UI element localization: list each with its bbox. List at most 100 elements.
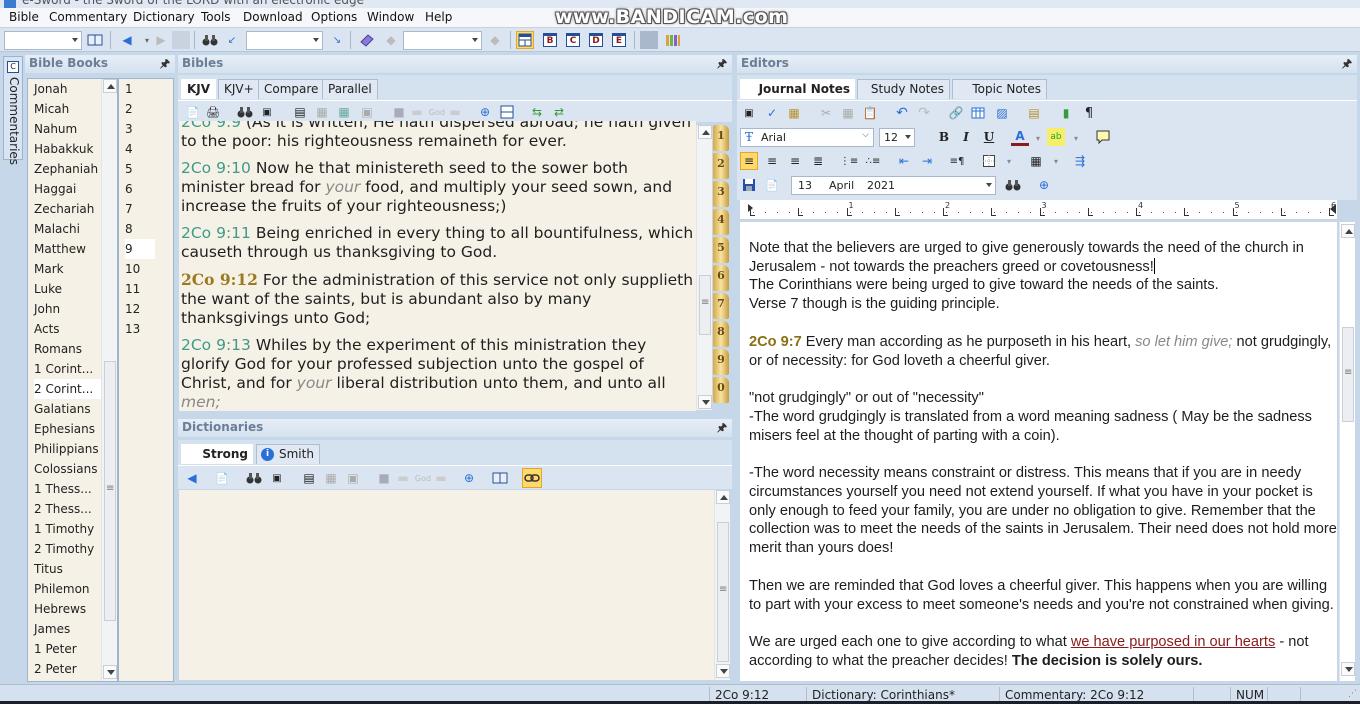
- layout-c-icon[interactable]: C: [564, 31, 582, 49]
- find-in-page-icon[interactable]: ▣: [268, 469, 286, 487]
- scroll-up-button[interactable]: [716, 490, 730, 504]
- right-indent-marker[interactable]: [1330, 204, 1336, 214]
- layout-d-icon[interactable]: D: [587, 31, 605, 49]
- back-arrow-icon[interactable]: ◀: [118, 31, 136, 49]
- book-list-item[interactable]: Titus: [34, 559, 63, 579]
- dictionary-content[interactable]: [179, 490, 714, 680]
- bookmark-scroll-icon[interactable]: 0: [713, 377, 729, 403]
- document-icon[interactable]: ▤: [300, 469, 318, 487]
- zoom-in-icon[interactable]: ⊕: [476, 103, 494, 121]
- columns-icon[interactable]: ▦: [1027, 152, 1045, 170]
- bullet-list-icon[interactable]: ∴≡: [864, 152, 882, 170]
- verse-reference[interactable]: 2Co 9:13: [181, 336, 251, 354]
- book-list-scrollbar[interactable]: [101, 79, 117, 681]
- verse-reference[interactable]: 2Co 9:10: [181, 159, 251, 177]
- book-list-item[interactable]: Acts: [34, 319, 60, 339]
- book-list-item[interactable]: 2 Corint...: [34, 379, 104, 399]
- find-in-page-icon[interactable]: ▣: [740, 104, 758, 122]
- print-icon[interactable]: 🖨: [204, 103, 222, 121]
- preview-icon[interactable]: 📄: [213, 469, 231, 487]
- book-list-item[interactable]: 1 Thess...: [34, 479, 92, 499]
- layout-a-icon[interactable]: [516, 31, 534, 49]
- scroll-down-button[interactable]: [698, 395, 712, 409]
- chapter-list-item[interactable]: 9: [125, 239, 155, 259]
- graphics-icon[interactable]: ▬: [432, 469, 450, 487]
- search-combo[interactable]: [246, 31, 323, 50]
- god-icon[interactable]: God: [414, 469, 432, 487]
- copy-add-icon[interactable]: ▦: [335, 103, 353, 121]
- books-icon[interactable]: [664, 31, 682, 49]
- tab-smith[interactable]: i Smith: [256, 444, 320, 464]
- tab-compare[interactable]: Compare: [258, 79, 325, 99]
- align-center-icon[interactable]: ≡: [763, 152, 781, 170]
- layout-b-icon[interactable]: B: [541, 31, 559, 49]
- book-list-item[interactable]: 2 Timothy: [34, 539, 94, 559]
- chapter-list-item[interactable]: 12: [125, 299, 140, 319]
- chapter-list-item[interactable]: 7: [125, 199, 133, 219]
- journal-editor[interactable]: Note that the believers are urged to giv…: [740, 222, 1337, 681]
- numbered-list-icon[interactable]: ⋮≡: [840, 152, 858, 170]
- chapter-list-item[interactable]: 3: [125, 119, 133, 139]
- bible-book-icon[interactable]: [86, 31, 104, 49]
- verse-reference[interactable]: 2Co 9:7: [749, 334, 802, 350]
- tab-kjv[interactable]: KJV: [181, 79, 217, 99]
- binoculars-search-icon[interactable]: [245, 469, 263, 487]
- menu-help[interactable]: Help: [425, 10, 452, 24]
- book-list-item[interactable]: Matthew: [34, 239, 86, 259]
- book-list-item[interactable]: 1 Corint...: [34, 359, 93, 379]
- font-size-combo[interactable]: 12: [879, 128, 915, 147]
- dictionary-scrollbar[interactable]: [714, 490, 730, 680]
- book-list-item[interactable]: Hebrews: [34, 599, 86, 619]
- book-disabled-icon[interactable]: ◆: [382, 31, 400, 49]
- left-indent-marker[interactable]: [748, 204, 753, 212]
- verse-reference[interactable]: 2Co 9:12: [181, 270, 258, 289]
- map-icon[interactable]: ■: [390, 103, 408, 121]
- graphics-icon[interactable]: ▬: [446, 103, 464, 121]
- book-list-item[interactable]: Philemon: [34, 579, 90, 599]
- scroll-up-button[interactable]: [698, 125, 712, 139]
- bookmark-scroll-icon[interactable]: 5: [713, 237, 729, 263]
- find-replace-icon[interactable]: ▦: [785, 104, 803, 122]
- paragraph-marks-icon[interactable]: ¶: [1080, 104, 1098, 122]
- font-color-icon[interactable]: A: [1011, 128, 1029, 146]
- decrease-indent-icon[interactable]: ⇤: [895, 152, 913, 170]
- book-list-item[interactable]: Habakkuk: [34, 139, 93, 159]
- pin-icon[interactable]: 🖈: [159, 57, 171, 70]
- document-icon[interactable]: ▤: [291, 103, 309, 121]
- scroll-thumb[interactable]: [1342, 327, 1354, 422]
- commentary-combo[interactable]: [403, 31, 482, 50]
- save-icon[interactable]: [740, 176, 758, 194]
- pin-icon[interactable]: 🖈: [716, 57, 728, 70]
- columns-dropdown-icon[interactable]: ▾: [1047, 152, 1065, 170]
- chapter-list-item[interactable]: 11: [125, 279, 140, 299]
- scroll-thumb[interactable]: [717, 522, 729, 662]
- book-list-item[interactable]: Colossians: [34, 459, 97, 479]
- book-list-item[interactable]: Luke: [34, 279, 62, 299]
- paste-icon[interactable]: 📋: [861, 104, 879, 122]
- book-list-item[interactable]: Jonah: [34, 79, 67, 99]
- scroll-up-button[interactable]: [1341, 224, 1355, 238]
- chapter-list-item[interactable]: 5: [125, 159, 133, 179]
- search-forward-icon[interactable]: ↘: [328, 31, 346, 49]
- hyperlink-icon[interactable]: 🔗: [947, 104, 965, 122]
- borders-icon[interactable]: [980, 152, 998, 170]
- book-list-item[interactable]: Galatians: [34, 399, 91, 419]
- scroll-down-button[interactable]: [103, 665, 117, 679]
- tab-parallel[interactable]: Parallel: [322, 79, 378, 99]
- bookmark-scroll-icon[interactable]: 4: [713, 209, 729, 235]
- bookmark-scroll-icon[interactable]: 6: [713, 265, 729, 291]
- bible-text-view[interactable]: 2Co 9:9 (As it is written, He hath dispe…: [179, 121, 696, 411]
- chapter-list-item[interactable]: 13: [125, 319, 140, 339]
- binoculars-search-icon[interactable]: [236, 103, 254, 121]
- chapter-list-item[interactable]: 6: [125, 179, 133, 199]
- journal-date-combo[interactable]: 13 April 2021: [791, 176, 996, 195]
- open-book-icon[interactable]: [491, 469, 509, 487]
- tab-journal-notes[interactable]: Journal Notes: [740, 79, 855, 99]
- menu-bible[interactable]: Bible: [9, 10, 39, 24]
- book-list-item[interactable]: Romans: [34, 339, 82, 359]
- copy-icon[interactable]: ▦: [322, 469, 340, 487]
- menu-options[interactable]: Options: [311, 10, 357, 24]
- undo-icon[interactable]: ↶: [893, 104, 911, 122]
- font-color-dropdown-icon[interactable]: ▾: [1029, 129, 1047, 147]
- chapter-list-item[interactable]: 1: [125, 79, 133, 99]
